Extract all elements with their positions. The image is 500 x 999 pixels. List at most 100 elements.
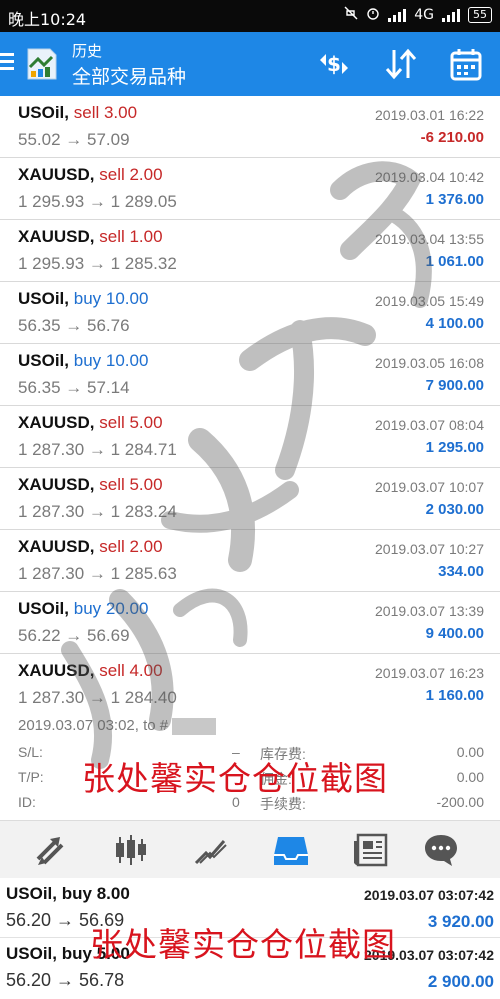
trade-side: sell 2.00 [99, 165, 163, 184]
fee-value: -200.00 [436, 794, 484, 810]
trade-profit: 3 920.00 [427, 912, 494, 931]
trade-time: 2019.03.04 13:55 [375, 231, 484, 247]
trade-symbol: XAUUSD, sell 1.00 [18, 227, 163, 246]
signal-icon [442, 8, 460, 22]
trade-prices: 1 295.93 → 1 285.32 [18, 254, 177, 273]
trade-time: 2019.03.07 16:23 [375, 665, 484, 681]
trade-symbol: USOil, buy 5.00 [6, 944, 130, 963]
trade-prices: 56.35 → 56.76 [18, 316, 130, 335]
trade-time: 2019.03.07 13:39 [375, 603, 484, 619]
mute-icon [344, 6, 358, 24]
trade-side: buy 5.00 [61, 944, 130, 963]
bottom-tab-bar [0, 820, 500, 878]
trade-profit: 4 100.00 [425, 315, 484, 332]
sort-order-icon[interactable] [383, 46, 419, 82]
trade-profit: 7 900.00 [425, 377, 484, 394]
trade-time: 2019.03.04 10:42 [375, 169, 484, 185]
svg-text:$: $ [327, 52, 341, 76]
trade-side: sell 3.00 [73, 103, 138, 122]
trade-prices: 56.35 → 57.14 [18, 378, 130, 397]
trade-side: buy 10.00 [73, 289, 149, 308]
inbox-icon[interactable] [272, 831, 310, 869]
trade-row[interactable]: XAUUSD, sell 1.00 1 295.93 → 1 285.32 20… [0, 220, 500, 282]
trade-prices: 56.22 → 56.69 [18, 626, 130, 645]
trade-time: 2019.03.05 15:49 [375, 293, 484, 309]
trade-time: 2019.03.01 16:22 [375, 107, 484, 123]
trade-row[interactable]: USOil, buy 10.00 56.35 → 57.14 2019.03.0… [0, 344, 500, 406]
trade-profit: 1 376.00 [425, 191, 484, 208]
trade-time: 2019.03.07 08:04 [375, 417, 484, 433]
status-time: 晚上10:24 [8, 10, 87, 29]
arrows-icon[interactable] [32, 831, 70, 869]
trade-profit: 1 160.00 [425, 687, 484, 704]
trade-row[interactable]: USOil, sell 3.00 55.02 → 57.09 2019.03.0… [0, 96, 500, 158]
commission-label: 佣金: [260, 771, 292, 787]
menu-icon[interactable] [0, 49, 14, 79]
tp-label: T/P: [18, 769, 44, 785]
trade-profit: 1 061.00 [425, 253, 484, 270]
trade-prices: 56.20 → 56.69 [6, 910, 125, 930]
app-subtitle: 历史 [72, 42, 103, 60]
trade-time: 2019.03.07 03:07:42 [364, 947, 494, 963]
trade-symbol: USOil, buy 10.00 [18, 351, 149, 370]
trade-side: sell 4.00 [99, 661, 163, 680]
trade-profit: 334.00 [438, 563, 484, 580]
trade-row[interactable]: USOil, buy 10.00 56.35 → 56.76 2019.03.0… [0, 282, 500, 344]
trade-symbol: USOil, buy 8.00 [6, 884, 130, 903]
history-list: USOil, sell 3.00 55.02 → 57.09 2019.03.0… [0, 96, 500, 716]
trade-row-selected[interactable]: XAUUSD, sell 4.00 1 287.30 → 1 284.40 20… [0, 654, 500, 716]
trade-time: 2019.03.07 10:07 [375, 479, 484, 495]
trade-row[interactable]: XAUUSD, sell 2.00 1 295.93 → 1 289.05 20… [0, 158, 500, 220]
trade-prices: 1 287.30 → 1 285.63 [18, 564, 177, 583]
trade-row[interactable]: USOil, buy 5.00 56.20 → 56.78 2019.03.07… [0, 938, 500, 998]
signal-icon [388, 8, 407, 22]
trade-details: 2019.03.07 03:02, to # S/L: – T/P: ID: 0… [0, 716, 500, 820]
trade-profit: 2 030.00 [425, 501, 484, 518]
trade-prices: 1 287.30 → 1 284.40 [18, 688, 177, 707]
trade-row[interactable]: USOil, buy 20.00 56.22 → 56.69 2019.03.0… [0, 592, 500, 654]
currency-sort-icon[interactable]: $ [316, 46, 352, 82]
fee-label: 手续费: [260, 796, 306, 812]
app-bar: 历史 全部交易品种 $ [0, 32, 500, 96]
trade-side: buy 8.00 [61, 884, 130, 903]
trade-symbol: USOil, sell 3.00 [18, 103, 138, 122]
trade-prices: 55.02 → 57.09 [18, 130, 130, 149]
trade-side: buy 20.00 [73, 599, 149, 618]
app-title[interactable]: 全部交易品种 [72, 62, 186, 89]
commission-value: 0.00 [456, 769, 484, 785]
sl-value: – [232, 744, 240, 760]
trade-time: 2019.03.07 10:27 [375, 541, 484, 557]
trade-prices: 1 295.93 → 1 289.05 [18, 192, 177, 211]
sl-label: S/L: [18, 744, 43, 760]
newspaper-icon[interactable] [352, 831, 390, 869]
trade-profit: 1 295.00 [425, 439, 484, 456]
candlestick-icon[interactable] [112, 831, 150, 869]
chat-icon[interactable] [422, 831, 460, 869]
trade-prices: 56.20 → 56.78 [6, 970, 125, 990]
trade-row[interactable]: XAUUSD, sell 5.00 1 287.30 → 1 283.24 20… [0, 468, 500, 530]
trade-side: sell 5.00 [99, 475, 163, 494]
swap-label: 库存费: [260, 746, 306, 762]
details-open-info: 2019.03.07 03:02, to # [18, 717, 217, 735]
trade-prices: 1 287.30 → 1 283.24 [18, 502, 177, 521]
trade-row[interactable]: XAUUSD, sell 2.00 1 287.30 → 1 285.63 20… [0, 530, 500, 592]
app-logo-icon[interactable] [22, 45, 60, 83]
trade-symbol: XAUUSD, sell 2.00 [18, 537, 163, 556]
trade-time: 2019.03.05 16:08 [375, 355, 484, 371]
status-bar: 晚上10:24 4G 55 [0, 0, 500, 32]
trade-row[interactable]: XAUUSD, sell 5.00 1 287.30 → 1 284.71 20… [0, 406, 500, 468]
status-icons: 4G 55 [344, 6, 492, 24]
trend-icon[interactable] [192, 831, 230, 869]
trade-row[interactable]: USOil, buy 8.00 56.20 → 56.69 2019.03.07… [0, 878, 500, 938]
network-type: 4G [414, 7, 434, 23]
trade-side: sell 5.00 [99, 413, 163, 432]
trade-profit: -6 210.00 [420, 129, 484, 146]
calendar-icon[interactable] [448, 46, 484, 82]
bottom-history-list: USOil, buy 8.00 56.20 → 56.69 2019.03.07… [0, 878, 500, 999]
trade-side: sell 1.00 [99, 227, 163, 246]
trade-time: 2019.03.07 03:07:42 [364, 887, 494, 903]
trade-symbol: XAUUSD, sell 5.00 [18, 475, 163, 494]
id-value: 0 [232, 794, 240, 810]
trade-side: buy 10.00 [73, 351, 149, 370]
trade-symbol: USOil, buy 20.00 [18, 599, 149, 618]
